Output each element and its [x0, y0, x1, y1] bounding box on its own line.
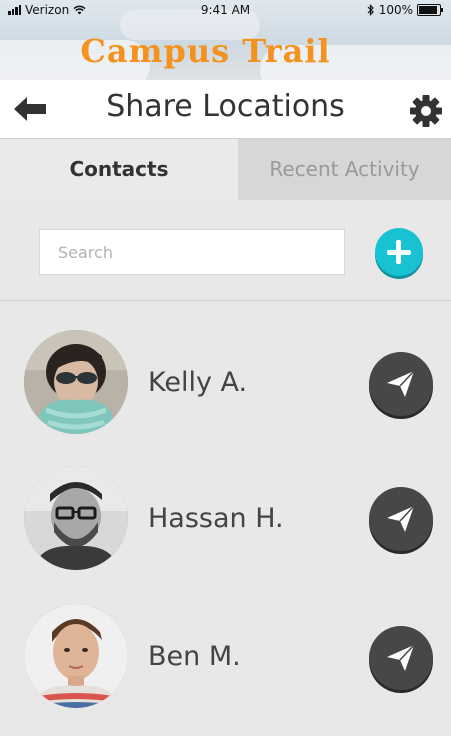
search-input[interactable]	[39, 229, 345, 275]
gear-icon[interactable]	[409, 94, 443, 128]
tab-contacts[interactable]: Contacts	[0, 139, 238, 200]
status-right: 100%	[367, 3, 443, 17]
tab-bar: Contacts Recent Activity	[0, 139, 451, 200]
paper-plane-icon	[387, 505, 415, 532]
battery-icon	[417, 4, 443, 16]
contact-row[interactable]: Hassan H.	[0, 458, 451, 578]
contact-name: Hassan H.	[148, 503, 284, 534]
bluetooth-icon	[367, 4, 374, 16]
avatar	[24, 330, 128, 434]
contact-row[interactable]: Kelly A.	[0, 322, 451, 442]
avatar	[24, 466, 128, 570]
paper-plane-icon	[387, 644, 415, 671]
page-title: Share Locations	[106, 89, 345, 124]
divider	[0, 300, 451, 301]
contact-row[interactable]: Ben M.	[0, 596, 451, 716]
share-location-button[interactable]	[369, 352, 433, 416]
share-location-button[interactable]	[369, 626, 433, 690]
share-location-button[interactable]	[369, 487, 433, 551]
tab-recent-activity[interactable]: Recent Activity	[238, 139, 451, 200]
paper-plane-icon	[387, 370, 415, 397]
avatar	[24, 604, 128, 708]
brand-title: Campus Trail	[80, 32, 331, 70]
battery-percent: 100%	[378, 3, 413, 17]
contact-name: Kelly A.	[148, 367, 248, 398]
nav-header: Share Locations	[0, 80, 451, 139]
contact-name: Ben M.	[148, 641, 241, 672]
status-bar: Verizon 9:41 AM 100%	[0, 0, 451, 22]
add-contact-button[interactable]	[375, 228, 423, 276]
app-banner: Verizon 9:41 AM 100% Campus Trail	[0, 0, 451, 80]
